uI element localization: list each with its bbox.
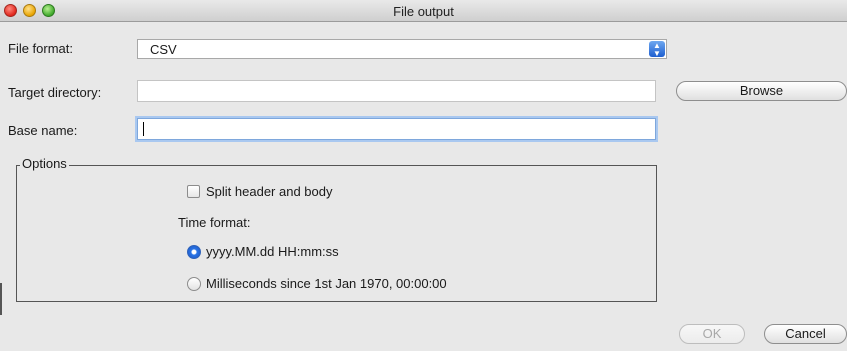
time-format-option-millis[interactable]: Milliseconds since 1st Jan 1970, 00:00:0… <box>206 276 447 291</box>
ok-button[interactable]: OK <box>679 324 745 344</box>
text-caret <box>143 122 144 136</box>
split-header-label[interactable]: Split header and body <box>206 184 332 199</box>
split-header-checkbox[interactable] <box>187 185 200 198</box>
browse-button[interactable]: Browse <box>676 81 847 101</box>
time-format-radio-millis[interactable] <box>187 277 201 291</box>
file-format-label: File format: <box>8 41 74 56</box>
file-format-select[interactable]: CSV ▲ ▼ <box>137 39 667 59</box>
file-format-value: CSV <box>150 42 177 57</box>
options-legend: Options <box>20 156 69 171</box>
base-name-input[interactable] <box>137 118 656 140</box>
window-edge <box>0 283 2 315</box>
time-format-option-date[interactable]: yyyy.MM.dd HH:mm:ss <box>206 244 339 259</box>
target-directory-label: Target directory: <box>8 85 102 100</box>
cancel-button[interactable]: Cancel <box>764 324 847 344</box>
window-title: File output <box>393 4 454 19</box>
time-format-label: Time format: <box>178 215 251 230</box>
select-arrows-icon[interactable]: ▲ ▼ <box>649 41 665 58</box>
title-bar: File output <box>0 0 847 22</box>
base-name-label: Base name: <box>8 123 78 138</box>
target-directory-input[interactable] <box>137 80 656 102</box>
time-format-radio-date[interactable] <box>187 245 201 259</box>
